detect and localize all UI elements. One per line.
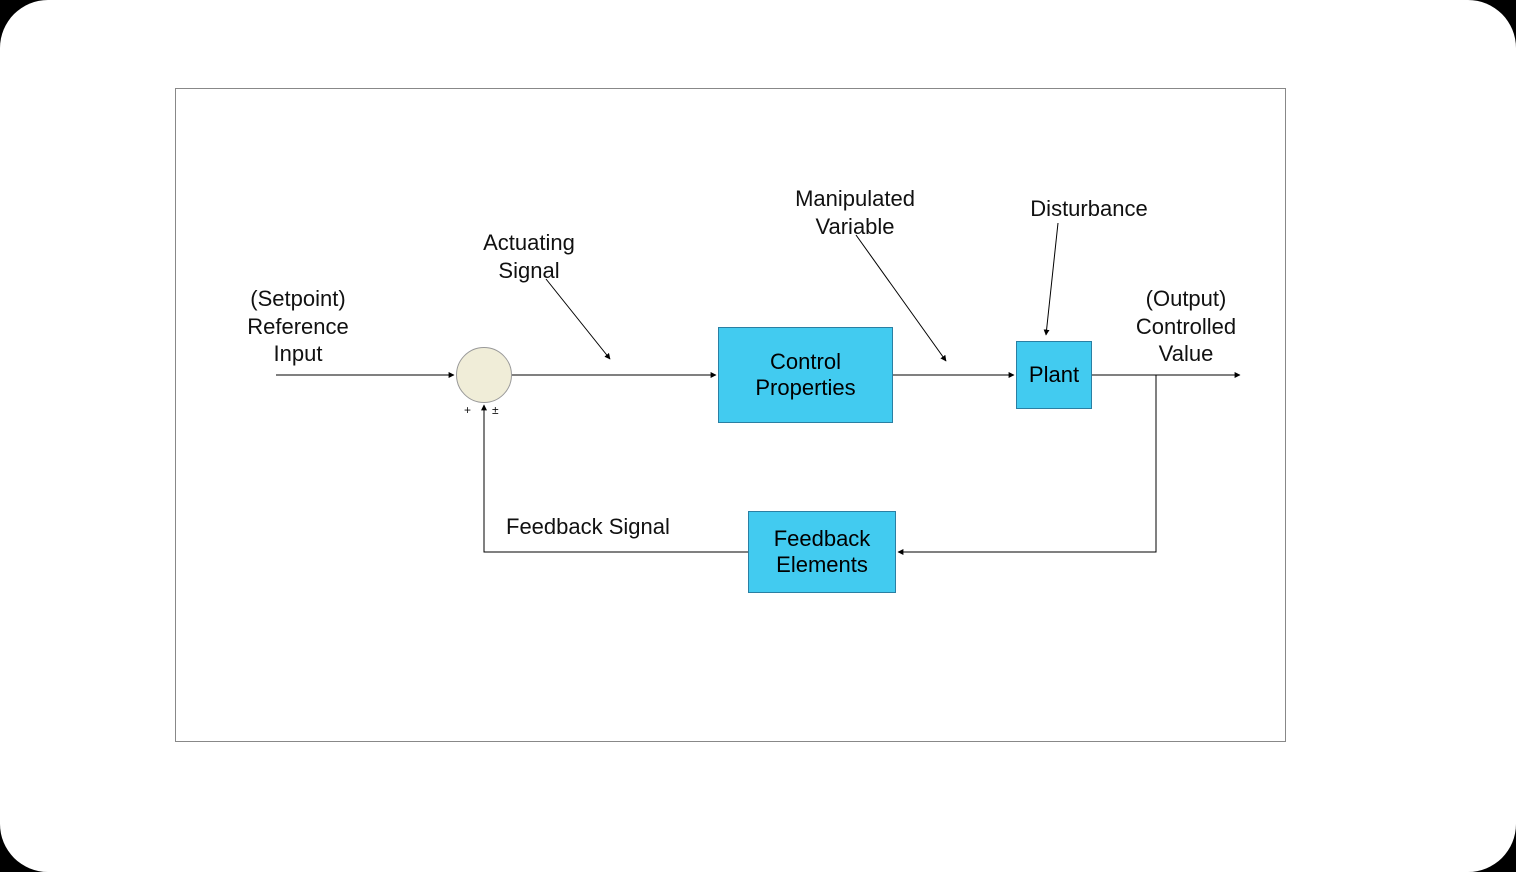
summing-junction bbox=[456, 347, 512, 403]
diagram-card: Control Properties Plant Feedback Elemen… bbox=[0, 0, 1516, 872]
control-properties-label-1: Control bbox=[770, 349, 841, 374]
label-actuating: Actuating Signal bbox=[464, 229, 594, 284]
label-setpoint: (Setpoint) Reference Input bbox=[218, 285, 378, 368]
label-feedback-signal: Feedback Signal bbox=[506, 513, 706, 541]
plant-label: Plant bbox=[1029, 362, 1079, 388]
feedback-elements-label-2: Elements bbox=[776, 552, 868, 577]
label-disturbance: Disturbance bbox=[1004, 195, 1174, 223]
plant-block: Plant bbox=[1016, 341, 1092, 409]
label-manipulated: Manipulated Variable bbox=[770, 185, 940, 240]
control-properties-label-2: Properties bbox=[755, 375, 855, 400]
pointer-actuating bbox=[546, 279, 610, 359]
label-output: (Output) Controlled Value bbox=[1106, 285, 1266, 368]
control-properties-block: Control Properties bbox=[718, 327, 893, 423]
feedback-elements-label-1: Feedback bbox=[774, 526, 871, 551]
diagram-frame: Control Properties Plant Feedback Elemen… bbox=[175, 88, 1286, 742]
pointer-disturbance bbox=[1046, 223, 1058, 335]
sum-plus-sign: + bbox=[464, 403, 471, 417]
feedback-elements-block: Feedback Elements bbox=[748, 511, 896, 593]
sum-plusminus-sign: ± bbox=[492, 403, 499, 417]
